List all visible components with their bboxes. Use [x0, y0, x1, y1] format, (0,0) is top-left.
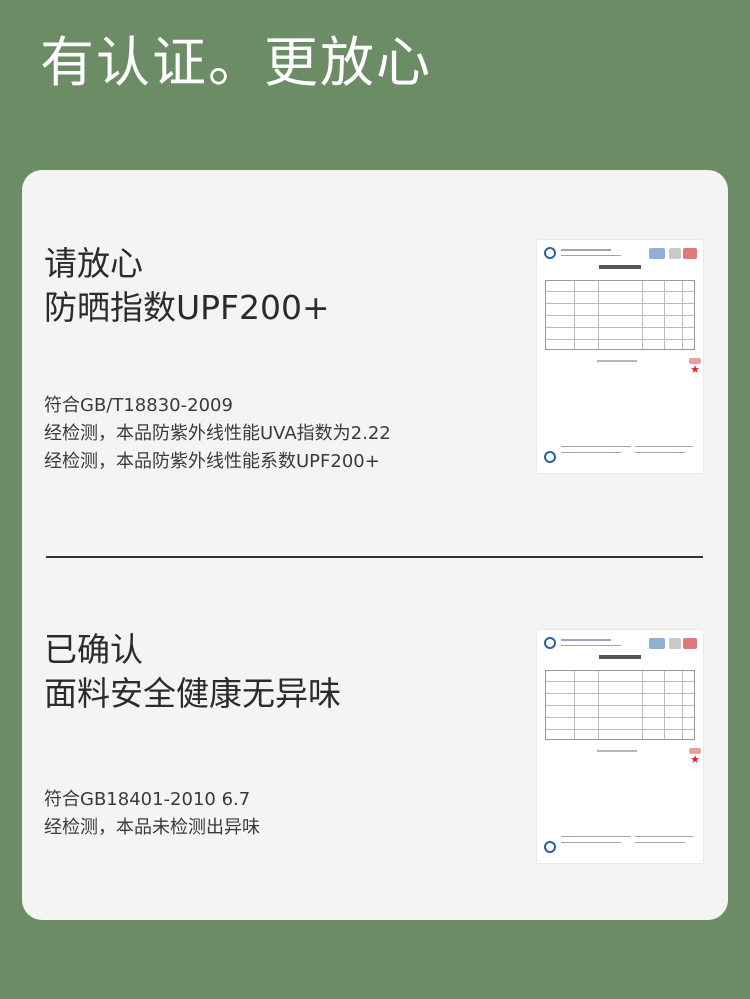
report-table	[545, 280, 695, 350]
upf-standard: 符合GB/T18830-2009	[44, 395, 233, 416]
report-title-bar	[599, 655, 641, 659]
lab-logo-icon	[544, 841, 556, 853]
page-title: 有认证。更放心	[40, 31, 432, 94]
test-report-image: ★	[537, 630, 703, 863]
upf-factor-result: 经检测，本品防紫外线性能系数UPF200+	[44, 451, 380, 472]
lab-logo-icon	[544, 637, 556, 649]
odor-headline: 已确认 面料安全健康无异味	[44, 628, 341, 716]
lab-logo-icon	[544, 247, 556, 259]
stamp-icon: ★	[689, 358, 701, 378]
test-report-image: ★	[537, 240, 703, 473]
stamp-icon: ★	[689, 748, 701, 768]
upf-headline: 请放心 防晒指数UPF200+	[44, 242, 330, 330]
odor-result: 经检测，本品未检测出异味	[44, 817, 260, 838]
certification-card: 请放心 防晒指数UPF200+ 符合GB/T18830-2009 经检测，本品防…	[22, 170, 728, 920]
odor-standard: 符合GB18401-2010 6.7	[44, 789, 251, 810]
accreditation-badge-icon	[669, 638, 681, 649]
accreditation-badge-icon	[649, 638, 665, 649]
upf-uva-result: 经检测，本品防紫外线性能UVA指数为2.22	[44, 423, 391, 444]
odor-headline-line-1: 已确认	[44, 630, 143, 669]
accreditation-badge-icon	[669, 248, 681, 259]
upf-details: 符合GB/T18830-2009 经检测，本品防紫外线性能UVA指数为2.22 …	[44, 392, 391, 476]
report-table	[545, 670, 695, 740]
cma-badge-icon	[683, 638, 697, 649]
cma-badge-icon	[683, 248, 697, 259]
odor-headline-line-2: 面料安全健康无异味	[44, 674, 341, 713]
odor-section: 已确认 面料安全健康无异味 符合GB18401-2010 6.7 经检测，本品未…	[22, 558, 728, 920]
upf-headline-line-1: 请放心	[44, 244, 143, 283]
report-title-bar	[599, 265, 641, 269]
upf-headline-line-2: 防晒指数UPF200+	[44, 288, 330, 327]
upf-section: 请放心 防晒指数UPF200+ 符合GB/T18830-2009 经检测，本品防…	[22, 170, 728, 557]
odor-details: 符合GB18401-2010 6.7 经检测，本品未检测出异味	[44, 786, 260, 842]
accreditation-badge-icon	[649, 248, 665, 259]
lab-logo-icon	[544, 451, 556, 463]
